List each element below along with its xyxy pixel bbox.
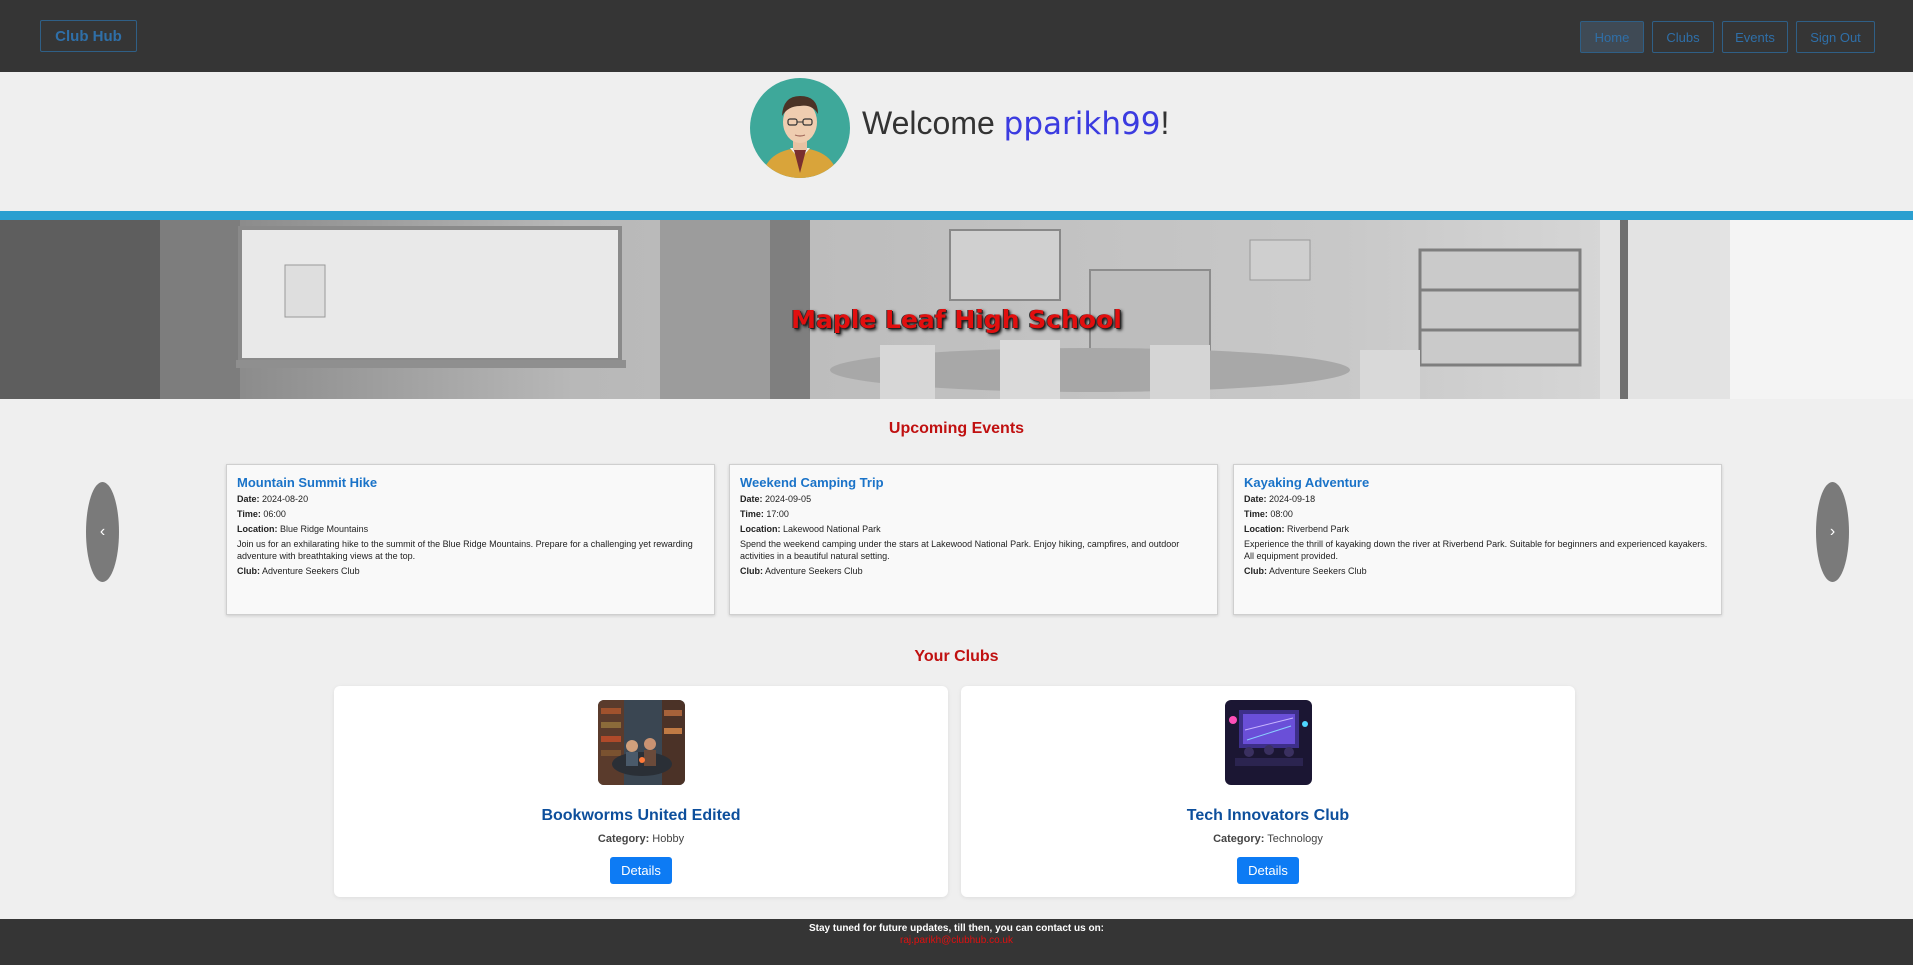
event-club-label: Club: bbox=[740, 566, 763, 576]
event-time-label: Time: bbox=[1244, 509, 1268, 519]
event-location: Location: Lakewood National Park bbox=[740, 523, 1207, 535]
event-date: Date: 2024-09-18 bbox=[1244, 493, 1711, 505]
event-description: Spend the weekend camping under the star… bbox=[740, 539, 1180, 561]
event-time-value: 08:00 bbox=[1270, 509, 1293, 519]
nav-clubs-link[interactable]: Clubs bbox=[1652, 21, 1714, 53]
event-location-label: Location: bbox=[237, 524, 278, 534]
event-date: Date: 2024-09-05 bbox=[740, 493, 1207, 505]
event-club-label: Club: bbox=[1244, 566, 1267, 576]
event-location: Location: Blue Ridge Mountains bbox=[237, 523, 704, 535]
user-avatar bbox=[750, 78, 850, 178]
event-location-label: Location: bbox=[740, 524, 781, 534]
nav-events-link[interactable]: Events bbox=[1722, 21, 1788, 53]
event-title[interactable]: Mountain Summit Hike bbox=[237, 475, 704, 491]
event-card[interactable]: Weekend Camping Trip Date: 2024-09-05 Ti… bbox=[729, 464, 1218, 615]
event-club: Club: Adventure Seekers Club bbox=[237, 565, 704, 577]
event-club: Club: Adventure Seekers Club bbox=[740, 565, 1207, 577]
your-clubs-heading: Your Clubs bbox=[914, 648, 999, 665]
brand-link[interactable]: Club Hub bbox=[40, 20, 137, 52]
club-category: Category: Hobby bbox=[334, 833, 948, 845]
club-name: Tech Innovators Club bbox=[1186, 807, 1350, 824]
event-time-label: Time: bbox=[740, 509, 764, 519]
event-date-label: Date: bbox=[237, 494, 260, 504]
event-location-label: Location: bbox=[1244, 524, 1285, 534]
event-title[interactable]: Weekend Camping Trip bbox=[740, 475, 1207, 491]
upcoming-events-heading: Upcoming Events bbox=[888, 420, 1025, 437]
event-date-value: 2024-08-20 bbox=[262, 494, 309, 504]
event-club-label: Club: bbox=[237, 566, 260, 576]
club-category-value: Technology bbox=[1267, 833, 1323, 845]
club-category-label: Category: bbox=[1213, 833, 1265, 845]
event-time-value: 06:00 bbox=[263, 509, 286, 519]
event-date-value: 2024-09-05 bbox=[765, 494, 812, 504]
club-card: Bookworms United Edited Category: Hobby … bbox=[334, 686, 948, 897]
event-date-value: 2024-09-18 bbox=[1269, 494, 1316, 504]
nav-signout-link[interactable]: Sign Out bbox=[1796, 21, 1875, 53]
footer-contact-email[interactable]: raj.parikh@clubhub.co.uk bbox=[0, 935, 1913, 946]
welcome-heading: Welcome pparikh99! bbox=[862, 105, 1169, 142]
event-card[interactable]: Kayaking Adventure Date: 2024-09-18 Time… bbox=[1233, 464, 1722, 615]
welcome-greeting: Welcome bbox=[862, 105, 1004, 141]
event-time-value: 17:00 bbox=[766, 509, 789, 519]
event-club-value: Adventure Seekers Club bbox=[765, 566, 863, 576]
event-club: Club: Adventure Seekers Club bbox=[1244, 565, 1711, 577]
event-location-value: Lakewood National Park bbox=[783, 524, 881, 534]
event-time: Time: 06:00 bbox=[237, 508, 704, 520]
event-date-label: Date: bbox=[740, 494, 763, 504]
welcome-username: pparikh99 bbox=[1003, 106, 1161, 142]
footer-message: Stay tuned for future updates, till then… bbox=[808, 923, 1105, 934]
event-club-value: Adventure Seekers Club bbox=[1269, 566, 1367, 576]
event-date: Date: 2024-08-20 bbox=[237, 493, 704, 505]
nav-home-link[interactable]: Home bbox=[1580, 21, 1644, 53]
school-name-title: Maple Leaf High School bbox=[791, 305, 1122, 334]
top-navbar: Club Hub Home Clubs Events Sign Out bbox=[0, 0, 1913, 72]
event-description: Experience the thrill of kayaking down t… bbox=[1244, 539, 1708, 561]
event-time-label: Time: bbox=[237, 509, 261, 519]
welcome-suffix: ! bbox=[1160, 105, 1170, 141]
event-time: Time: 17:00 bbox=[740, 508, 1207, 520]
club-category-value: Hobby bbox=[652, 833, 685, 845]
event-location-value: Riverbend Park bbox=[1287, 524, 1350, 534]
event-card[interactable]: Mountain Summit Hike Date: 2024-08-20 Ti… bbox=[226, 464, 715, 615]
banner-divider bbox=[0, 211, 1913, 220]
footer: Stay tuned for future updates, till then… bbox=[0, 919, 1913, 965]
club-card: Tech Innovators Club Category: Technolog… bbox=[961, 686, 1575, 897]
event-time: Time: 08:00 bbox=[1244, 508, 1711, 520]
event-date-label: Date: bbox=[1244, 494, 1267, 504]
club-image bbox=[1225, 700, 1312, 785]
event-description: Join us for an exhilarating hike to the … bbox=[237, 539, 693, 561]
club-category-label: Category: bbox=[597, 833, 650, 845]
carousel-prev-button[interactable]: ‹ bbox=[86, 482, 119, 582]
club-name: Bookworms United Edited bbox=[541, 807, 741, 824]
club-image bbox=[598, 700, 685, 785]
event-location-value: Blue Ridge Mountains bbox=[280, 524, 369, 534]
event-location: Location: Riverbend Park bbox=[1244, 523, 1711, 535]
club-details-button[interactable]: Details bbox=[610, 857, 672, 884]
club-category: Category: Technology bbox=[961, 833, 1575, 845]
carousel-next-button[interactable]: › bbox=[1816, 482, 1849, 582]
event-club-value: Adventure Seekers Club bbox=[262, 566, 360, 576]
club-details-button[interactable]: Details bbox=[1237, 857, 1299, 884]
event-title[interactable]: Kayaking Adventure bbox=[1244, 475, 1711, 491]
